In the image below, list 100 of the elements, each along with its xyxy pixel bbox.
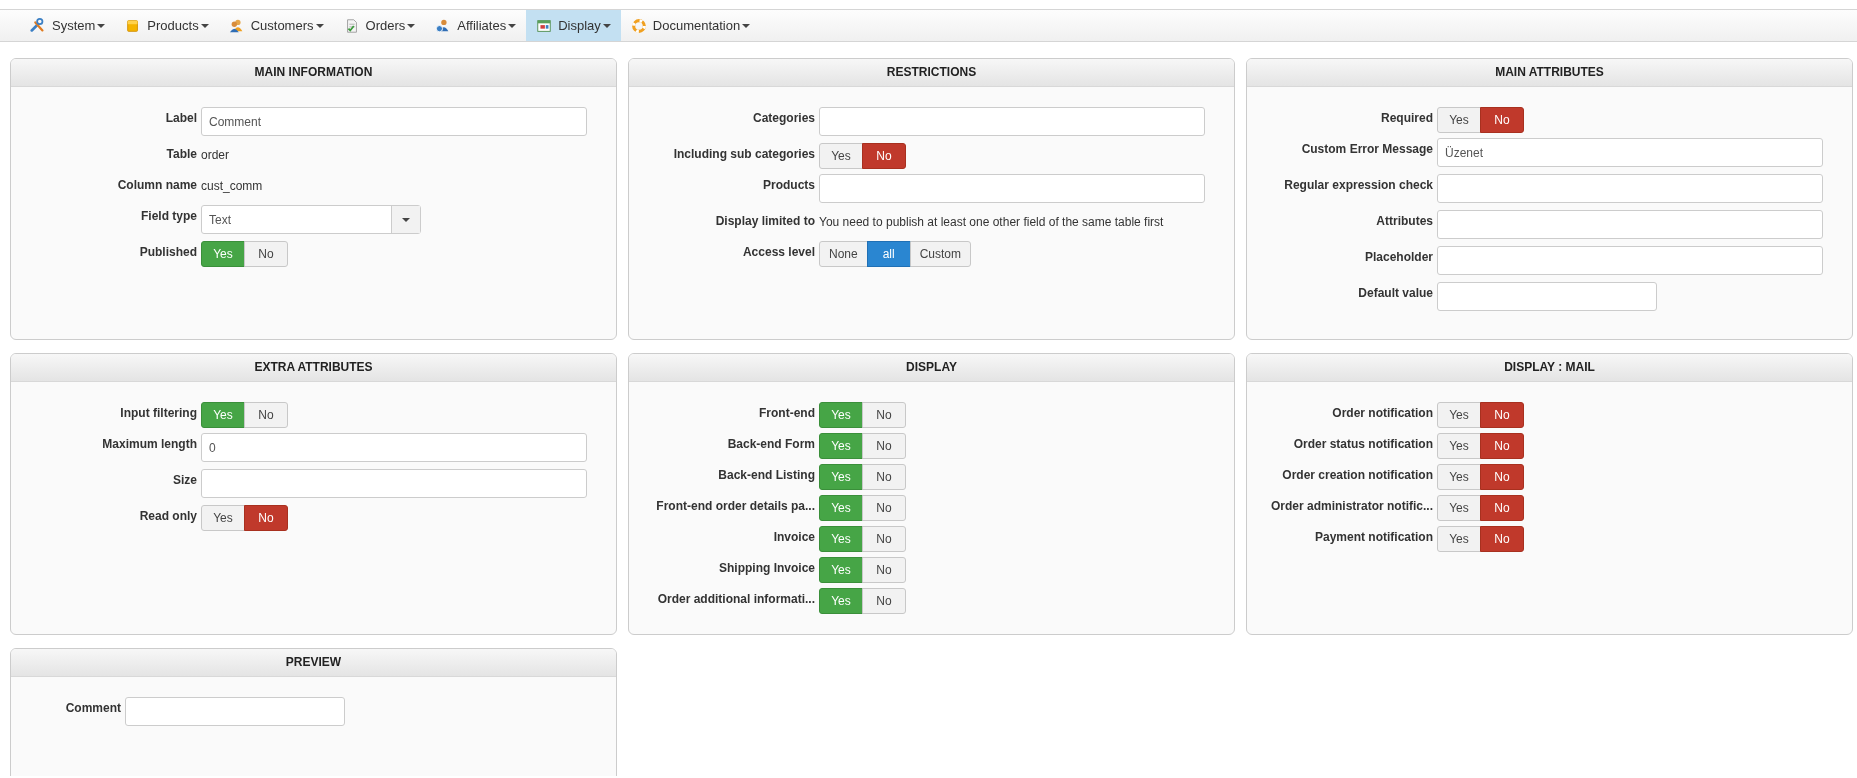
input-field[interactable] <box>201 469 587 498</box>
input-field[interactable]: 0 <box>201 433 587 462</box>
panel-title: DISPLAY : MAIL <box>1247 354 1852 382</box>
field-value: order <box>201 147 229 162</box>
field-label: Size <box>172 472 198 487</box>
field-label: Back-end Listing <box>717 467 816 482</box>
field-label: Required <box>1380 110 1434 125</box>
option-button[interactable]: all <box>866 241 911 267</box>
field-label: Comment <box>64 700 122 715</box>
panel-title: RESTRICTIONS <box>629 59 1234 87</box>
input-field[interactable]: Comment <box>201 107 587 136</box>
field-label: Attributes <box>1375 213 1434 228</box>
option-button[interactable]: Yes <box>1437 464 1481 490</box>
field-label: Read only <box>138 508 198 523</box>
option-button[interactable]: No <box>862 495 906 521</box>
field-label: Default value <box>1357 285 1434 300</box>
menu-item[interactable]: Affiliates <box>425 10 527 41</box>
field-label: Order status notification <box>1292 436 1434 451</box>
field-label: Back-end Form <box>726 436 816 451</box>
field-label: Label <box>164 110 198 125</box>
option-button[interactable]: No <box>1480 495 1524 521</box>
field-label: Front-end <box>758 405 816 420</box>
option-button[interactable]: Yes <box>1437 526 1481 552</box>
caret-icon <box>315 23 324 28</box>
option-button[interactable]: Yes <box>201 505 245 531</box>
field-label: Payment notification <box>1314 529 1434 544</box>
field-label: Published <box>138 244 198 259</box>
input-field[interactable] <box>819 107 1205 136</box>
option-button[interactable]: No <box>1480 402 1524 428</box>
option-button[interactable]: No <box>1480 107 1524 133</box>
caret-icon <box>97 23 106 28</box>
option-button[interactable]: No <box>862 557 906 583</box>
caret-icon <box>508 23 517 28</box>
option-button[interactable]: No <box>862 433 906 459</box>
input-field[interactable] <box>819 174 1205 203</box>
option-button[interactable]: None <box>819 241 868 267</box>
option-button[interactable]: No <box>1480 433 1524 459</box>
caret-icon <box>407 23 416 28</box>
input-field[interactable] <box>1437 174 1823 203</box>
menu-item[interactable]: Orders <box>333 10 426 41</box>
option-button[interactable]: Yes <box>1437 433 1481 459</box>
option-button[interactable]: Yes <box>1437 495 1481 521</box>
field-label: Shipping Invoice <box>718 560 816 575</box>
option-button[interactable]: No <box>244 402 288 428</box>
users-icon <box>228 17 245 34</box>
field-label: Products <box>762 177 816 192</box>
panel-title: DISPLAY <box>629 354 1234 382</box>
select-field[interactable]: Text <box>201 205 421 234</box>
panel-title: MAIN ATTRIBUTES <box>1247 59 1852 87</box>
option-button[interactable]: No <box>862 464 906 490</box>
field-label: Front-end order details pa... <box>655 498 816 513</box>
field-label: Placeholder <box>1363 249 1434 264</box>
window-icon <box>536 17 553 34</box>
field-label: Input filtering <box>119 405 198 420</box>
menu-item[interactable]: Products <box>115 10 219 41</box>
panel-title: PREVIEW <box>11 649 616 677</box>
option-button[interactable]: No <box>1480 464 1524 490</box>
lifebuoy-icon <box>630 17 647 34</box>
panel-title: EXTRA ATTRIBUTES <box>11 354 616 382</box>
field-label: Invoice <box>772 529 816 544</box>
field-label: Maximum length <box>101 436 198 451</box>
input-field[interactable]: Üzenet <box>1437 138 1823 167</box>
input-field[interactable] <box>1437 210 1823 239</box>
input-field[interactable] <box>125 697 345 726</box>
caret-icon <box>402 217 410 222</box>
caret-icon <box>602 23 611 28</box>
menu-item[interactable]: Customers <box>218 10 334 41</box>
field-value: cust_comm <box>201 178 263 193</box>
option-button[interactable]: No <box>244 505 288 531</box>
field-label: Order additional informati... <box>656 591 816 606</box>
input-field[interactable] <box>1437 246 1823 275</box>
field-label: Order notification <box>1331 405 1434 420</box>
option-button[interactable]: Yes <box>819 143 863 169</box>
caret-icon <box>742 23 751 28</box>
option-button[interactable]: Yes <box>1437 402 1481 428</box>
field-label: Table <box>165 146 198 161</box>
menu-item[interactable]: System <box>20 10 116 41</box>
option-button[interactable]: Custom <box>909 241 972 267</box>
option-button[interactable]: Yes <box>1437 107 1481 133</box>
option-button[interactable]: No <box>862 402 906 428</box>
field-label: Display limited to <box>714 213 816 228</box>
option-button[interactable]: No <box>862 143 906 169</box>
field-label: Including sub categories <box>672 146 816 161</box>
field-label: Custom Error Message <box>1300 141 1434 156</box>
option-button[interactable]: No <box>1480 526 1524 552</box>
menu-item[interactable]: Display <box>526 10 621 41</box>
field-label: Field type <box>140 208 198 223</box>
field-label: Regular expression check <box>1283 177 1434 192</box>
option-button[interactable]: No <box>862 526 906 552</box>
option-button[interactable]: No <box>244 241 288 267</box>
field-label: Order administrator notific... <box>1269 498 1434 513</box>
input-field[interactable] <box>1437 282 1657 311</box>
field-label: Column name <box>116 177 198 192</box>
menu-item[interactable]: Documentation <box>620 10 761 41</box>
caret-icon <box>200 23 209 28</box>
field-value: You need to publish at least one other field of the same table first <box>819 214 1164 229</box>
panel-title: MAIN INFORMATION <box>11 59 616 87</box>
tools-icon <box>30 17 46 34</box>
field-label: Access level <box>741 244 816 259</box>
option-button[interactable]: No <box>862 588 906 614</box>
